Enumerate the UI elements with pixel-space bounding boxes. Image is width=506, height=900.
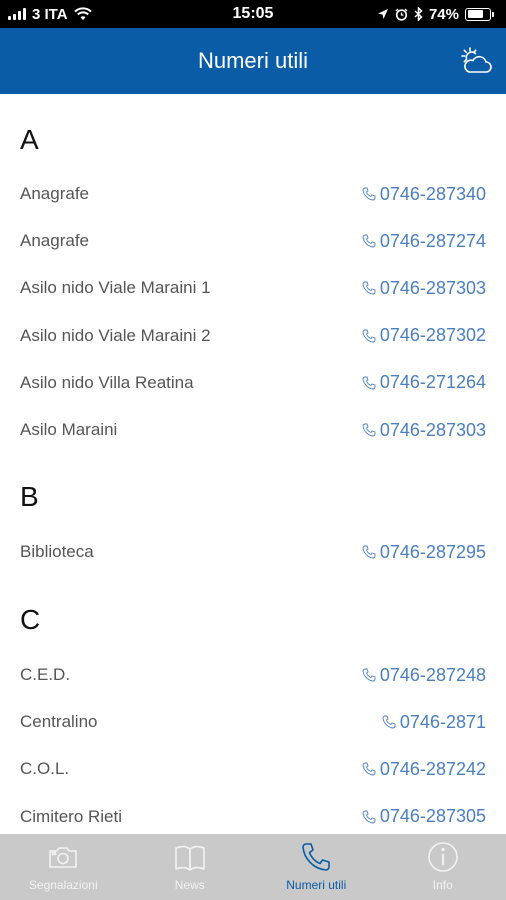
list-item[interactable]: Asilo nido Viale Maraini 2 0746-287302 xyxy=(0,316,506,356)
phone-link[interactable]: 0746-287302 xyxy=(362,325,486,346)
phone-link[interactable]: 0746-287303 xyxy=(362,278,486,299)
app-screen: 3 ITA 15:05 74% Numeri utili A Anagrafe … xyxy=(0,0,506,900)
contact-name: Asilo nido Viale Maraini 1 xyxy=(20,278,211,298)
section-header: B xyxy=(20,481,39,512)
list-item[interactable]: Asilo Maraini 0746-287303 xyxy=(0,410,506,450)
tab-label: Segnalazioni xyxy=(28,878,98,892)
book-icon xyxy=(174,845,205,871)
phone-number: 0746-287340 xyxy=(379,183,486,204)
bluetooth-icon xyxy=(414,7,423,21)
list-item[interactable]: Anagrafe 0746-287274 xyxy=(0,221,506,261)
phone-icon xyxy=(362,329,376,343)
carrier-label: 3 ITA xyxy=(32,5,68,23)
contact-name: C.O.L. xyxy=(20,759,70,779)
tab-numeri-utili[interactable]: Numeri utili xyxy=(253,834,380,900)
page-title: Numeri utili xyxy=(197,48,309,73)
list-item[interactable]: Biblioteca 0746-287295 xyxy=(0,532,506,572)
battery-percent: 74% xyxy=(428,5,459,23)
tab-label: News xyxy=(174,878,205,892)
phone-icon xyxy=(362,187,376,201)
section-header: C xyxy=(20,604,41,635)
phone-link[interactable]: 0746-287248 xyxy=(362,665,486,686)
phone-icon xyxy=(302,843,331,871)
list-item[interactable]: Centralino 0746-2871 xyxy=(0,702,506,742)
phone-number: 0746-287302 xyxy=(379,325,486,346)
phone-link[interactable]: 0746-287242 xyxy=(362,759,486,780)
phone-icon xyxy=(382,715,396,729)
phone-icon xyxy=(362,810,376,824)
phone-number: 0746-287295 xyxy=(379,541,486,562)
battery-icon xyxy=(465,7,494,21)
list-item[interactable]: Anagrafe 0746-287340 xyxy=(0,174,506,214)
contact-name: Biblioteca xyxy=(20,542,94,561)
navigation-bar: Numeri utili xyxy=(0,28,506,94)
phone-icon xyxy=(362,281,376,295)
list-item[interactable]: Asilo nido Viale Maraini 1 0746-287303 xyxy=(0,268,506,308)
tab-news[interactable]: News xyxy=(127,834,254,900)
phone-number: 0746-287305 xyxy=(379,806,486,827)
phone-number: 0746-271264 xyxy=(379,372,486,393)
tab-label: Info xyxy=(432,878,453,892)
phone-link[interactable]: 0746-287305 xyxy=(362,806,486,827)
contact-name: Anagrafe xyxy=(20,231,89,251)
tab-segnalazioni[interactable]: Segnalazioni xyxy=(0,834,127,900)
tab-bar: Segnalazioni News Numeri utili Info xyxy=(0,834,506,900)
cellular-signal-icon xyxy=(8,8,26,20)
tab-label: Numeri utili xyxy=(286,878,347,892)
phone-icon xyxy=(362,423,376,437)
phone-number: 0746-287242 xyxy=(379,758,486,779)
phone-icon xyxy=(362,234,376,248)
contact-name: Asilo nido Villa Reatina xyxy=(20,372,194,392)
contact-name: Asilo nido Viale Maraini 2 xyxy=(20,325,211,345)
phone-link[interactable]: 0746-287274 xyxy=(362,231,486,252)
phone-link[interactable]: 0746-287340 xyxy=(362,184,486,205)
phone-link[interactable]: 0746-287295 xyxy=(362,542,486,563)
phone-number: 0746-287274 xyxy=(379,230,486,251)
phone-link[interactable]: 0746-2871 xyxy=(382,712,486,733)
phone-icon xyxy=(362,762,376,776)
info-icon xyxy=(427,842,458,872)
camera-icon xyxy=(49,847,78,868)
contact-name: Centralino xyxy=(20,712,98,732)
status-bar: 3 ITA 15:05 74% xyxy=(0,0,506,28)
section-header: A xyxy=(20,124,39,155)
phone-icon xyxy=(362,376,376,390)
contact-name: Asilo Maraini xyxy=(20,420,118,439)
phone-number: 0746-287303 xyxy=(379,419,486,440)
phone-icon xyxy=(362,668,376,682)
phone-number: 0746-2871 xyxy=(399,711,486,732)
list-item[interactable]: Cimitero Rieti 0746-287305 xyxy=(0,797,506,834)
list-item[interactable]: C.E.D. 0746-287248 xyxy=(0,655,506,695)
weather-partly-cloudy-icon xyxy=(461,47,492,73)
wifi-icon xyxy=(73,7,92,20)
phone-icon xyxy=(362,545,376,559)
location-arrow-icon xyxy=(377,9,388,19)
phone-link[interactable]: 0746-271264 xyxy=(362,372,486,393)
status-left: 3 ITA xyxy=(8,6,92,23)
tab-info[interactable]: Info xyxy=(380,834,506,900)
contact-name: Cimitero Rieti xyxy=(20,806,123,826)
status-right: 74% xyxy=(377,6,494,23)
phone-link[interactable]: 0746-287303 xyxy=(362,420,486,441)
phone-directory-list: A Anagrafe 0746-287340 Anagrafe 0746-287274 A… xyxy=(0,94,506,834)
list-item[interactable]: Asilo nido Villa Reatina 0746-271264 xyxy=(0,363,506,403)
weather-button[interactable] xyxy=(458,45,492,77)
phone-number: 0746-287303 xyxy=(379,277,486,298)
contact-name: C.E.D. xyxy=(20,665,71,684)
list-item[interactable]: C.O.L. 0746-287242 xyxy=(0,749,506,789)
contact-name: Anagrafe xyxy=(20,184,89,203)
phone-number: 0746-287248 xyxy=(379,664,486,685)
alarm-icon xyxy=(395,7,408,21)
